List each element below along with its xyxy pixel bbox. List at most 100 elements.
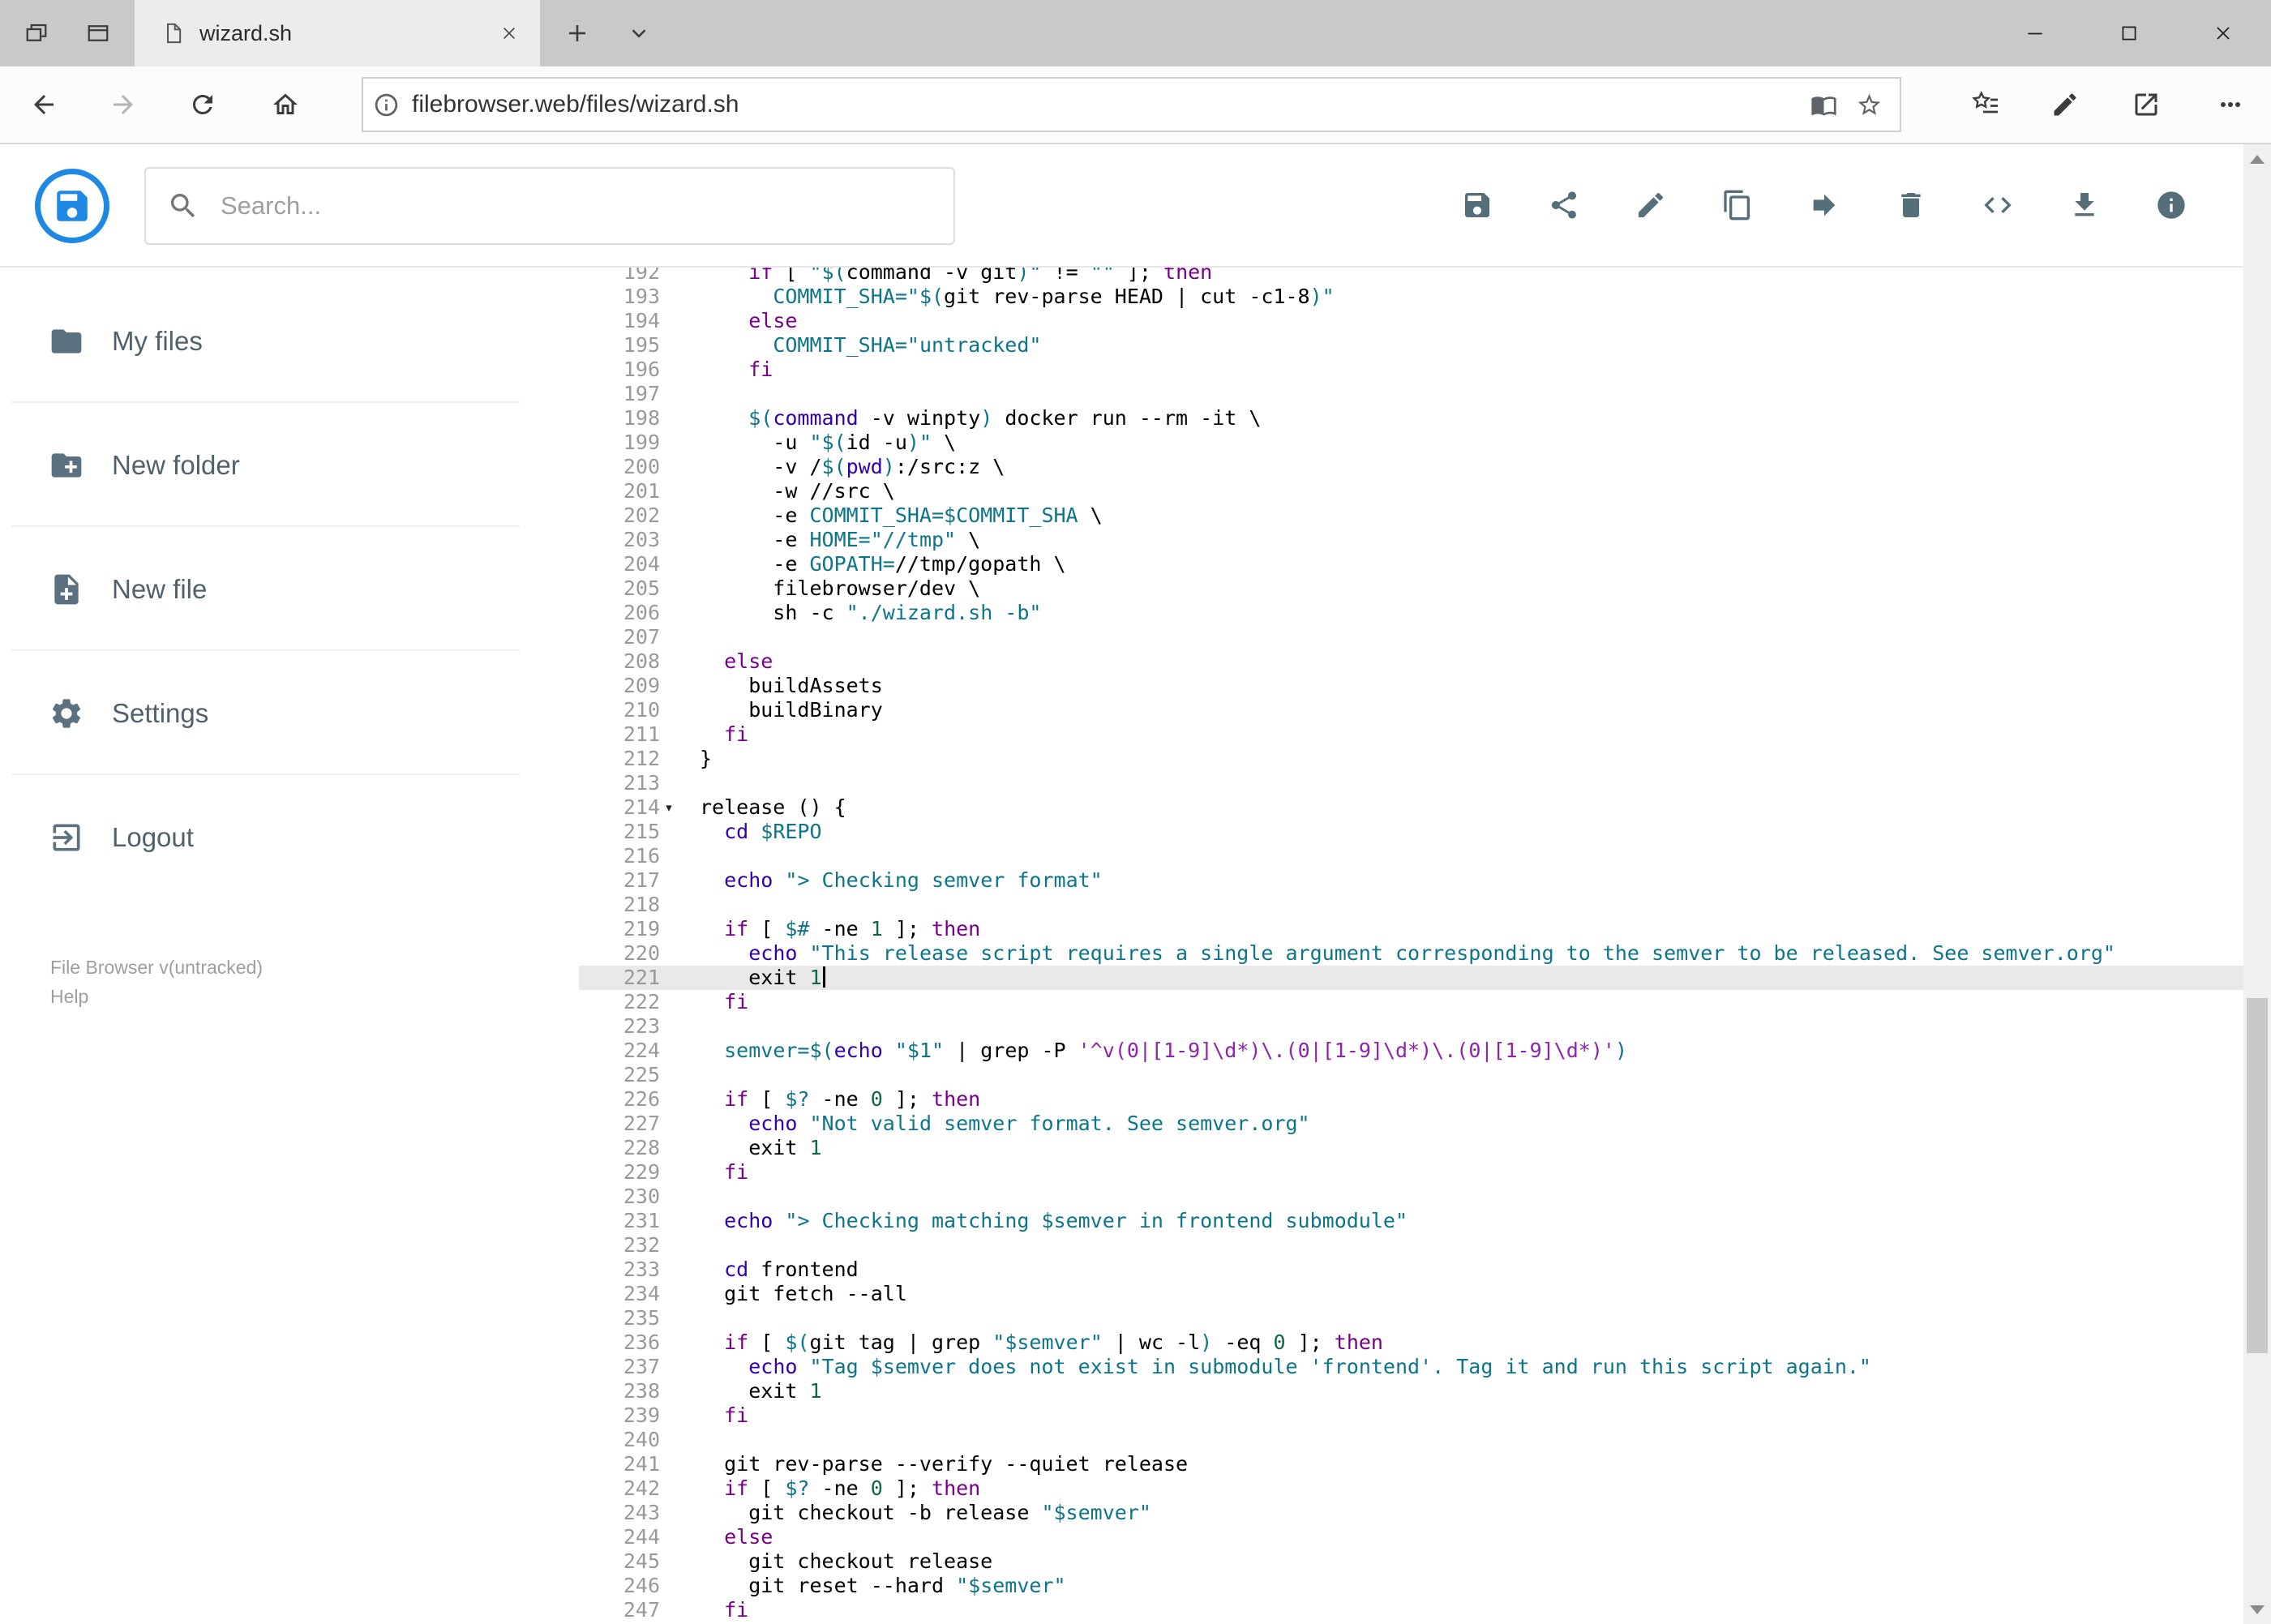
code-line[interactable]: 223 [579, 1014, 2271, 1039]
fold-marker-icon[interactable]: ▾ [660, 795, 678, 820]
info-button[interactable] [2153, 186, 2190, 224]
code-text[interactable]: git checkout release [678, 1549, 992, 1574]
favorite-star-icon[interactable] [1846, 80, 1892, 129]
code-text[interactable]: if [ $# -ne 1 ]; then [678, 917, 980, 941]
code-text[interactable]: echo "This release script requires a sin… [678, 941, 2115, 966]
minimize-button[interactable] [1999, 0, 2072, 66]
home-button[interactable] [261, 80, 310, 129]
code-text[interactable]: exit 1 [678, 1136, 821, 1160]
code-line[interactable]: 205 filebrowser/dev \ [579, 576, 2271, 601]
code-line[interactable]: 240 [579, 1428, 2271, 1452]
code-text[interactable]: -w //src \ [678, 479, 895, 503]
code-line[interactable]: 213 [579, 771, 2271, 795]
code-line[interactable]: 224 semver=$(echo "$1" | grep -P '^v(0|[… [579, 1039, 2271, 1063]
code-text[interactable]: -e COMMIT_SHA=$COMMIT_SHA \ [678, 503, 1102, 528]
code-text[interactable]: echo "Not valid semver format. See semve… [678, 1112, 1309, 1136]
code-text[interactable]: -v /$(pwd):/src:z \ [678, 455, 1005, 479]
code-line[interactable]: 228 exit 1 [579, 1136, 2271, 1160]
code-line[interactable]: 231 echo "> Checking matching $semver in… [579, 1209, 2271, 1233]
code-text[interactable] [678, 1428, 700, 1452]
code-line[interactable]: 207 [579, 625, 2271, 649]
browser-tab[interactable]: wizard.sh [135, 0, 540, 66]
tab-list-chevron-icon[interactable] [616, 11, 662, 56]
code-text[interactable]: fi [678, 990, 748, 1014]
code-text[interactable]: -e GOPATH=//tmp/gopath \ [678, 552, 1065, 576]
code-line[interactable]: 238 exit 1 [579, 1379, 2271, 1403]
code-line[interactable]: 241 git rev-parse --verify --quiet relea… [579, 1452, 2271, 1476]
code-text[interactable]: git checkout -b release "$semver" [678, 1501, 1151, 1525]
tab-close-icon[interactable] [496, 20, 522, 46]
code-text[interactable]: echo "> Checking semver format" [678, 868, 1103, 893]
code-line[interactable]: 242 if [ $? -ne 0 ]; then [579, 1476, 2271, 1501]
code-line[interactable]: 226 if [ $? -ne 0 ]; then [579, 1087, 2271, 1112]
code-line[interactable]: 244 else [579, 1525, 2271, 1549]
code-line[interactable]: 243 git checkout -b release "$semver" [579, 1501, 2271, 1525]
code-text[interactable]: fi [678, 1598, 748, 1622]
code-line[interactable]: 229 fi [579, 1160, 2271, 1185]
copy-button[interactable] [1719, 186, 1756, 224]
code-line[interactable]: 215 cd $REPO [579, 820, 2271, 844]
site-info-icon[interactable] [363, 80, 409, 129]
code-text[interactable]: exit 1 [678, 966, 825, 990]
code-text[interactable]: else [678, 1525, 773, 1549]
sidebar-item-settings[interactable]: Settings [0, 651, 579, 775]
rename-button[interactable] [1632, 186, 1669, 224]
new-tab-button[interactable] [555, 11, 600, 56]
code-line[interactable]: 200 -v /$(pwd):/src:z \ [579, 455, 2271, 479]
code-line[interactable]: 196 fi [579, 358, 2271, 382]
code-line[interactable]: 230 [579, 1185, 2271, 1209]
code-line[interactable]: 203 -e HOME="//tmp" \ [579, 528, 2271, 552]
code-text[interactable] [678, 1063, 700, 1087]
code-text[interactable]: cd frontend [678, 1258, 859, 1282]
code-text[interactable]: git reset --hard "$semver" [678, 1574, 1065, 1598]
code-text[interactable]: COMMIT_SHA="untracked" [678, 333, 1041, 358]
code-line[interactable]: 216 [579, 844, 2271, 868]
refresh-button[interactable] [178, 80, 227, 129]
download-button[interactable] [2066, 186, 2103, 224]
scroll-up-button[interactable] [2243, 144, 2271, 174]
code-text[interactable] [678, 625, 700, 649]
code-line[interactable]: 201 -w //src \ [579, 479, 2271, 503]
code-line[interactable]: 206 sh -c "./wizard.sh -b" [579, 601, 2271, 625]
code-text[interactable] [678, 1233, 700, 1258]
code-text[interactable] [678, 893, 700, 917]
hub-button[interactable] [1961, 80, 2010, 129]
sidebar-item-my-files[interactable]: My files [0, 279, 579, 403]
code-editor[interactable]: 192 if [ "$(command -v git)" != "" ]; th… [579, 268, 2271, 1624]
code-line[interactable]: 202 -e COMMIT_SHA=$COMMIT_SHA \ [579, 503, 2271, 528]
code-text[interactable]: buildAssets [678, 674, 883, 698]
code-text[interactable]: if [ $? -ne 0 ]; then [678, 1476, 980, 1501]
code-line[interactable]: 236 if [ $(git tag | grep "$semver" | wc… [579, 1330, 2271, 1355]
move-button[interactable] [1806, 186, 1843, 224]
code-text[interactable]: git fetch --all [678, 1282, 907, 1306]
code-text[interactable]: exit 1 [678, 1379, 821, 1403]
help-link[interactable]: Help [50, 982, 579, 1011]
code-line[interactable]: 237 echo "Tag $semver does not exist in … [579, 1355, 2271, 1379]
code-text[interactable]: if [ $(git tag | grep "$semver" | wc -l)… [678, 1330, 1383, 1355]
code-text[interactable] [678, 1306, 700, 1330]
code-text[interactable]: -u "$(id -u)" \ [678, 431, 956, 455]
code-line[interactable]: 192 if [ "$(command -v git)" != "" ]; th… [579, 268, 2271, 285]
code-text[interactable]: filebrowser/dev \ [678, 576, 980, 601]
code-line[interactable]: 204 -e GOPATH=//tmp/gopath \ [579, 552, 2271, 576]
code-text[interactable]: buildBinary [678, 698, 883, 722]
code-line[interactable]: 220 echo "This release script requires a… [579, 941, 2271, 966]
code-text[interactable]: else [678, 649, 773, 674]
code-text[interactable]: if [ "$(command -v git)" != "" ]; then [678, 268, 1212, 285]
code-line[interactable]: 233 cd frontend [579, 1258, 2271, 1282]
code-line[interactable]: 245 git checkout release [579, 1549, 2271, 1574]
maximize-button[interactable] [2093, 0, 2166, 66]
code-line[interactable]: 194 else [579, 309, 2271, 333]
code-text[interactable]: sh -c "./wizard.sh -b" [678, 601, 1041, 625]
code-text[interactable]: semver=$(echo "$1" | grep -P '^v(0|[1-9]… [678, 1039, 1627, 1063]
search-box[interactable] [144, 167, 955, 245]
more-button[interactable] [2206, 80, 2255, 129]
code-line[interactable]: 222 fi [579, 990, 2271, 1014]
scroll-down-button[interactable] [2243, 1595, 2271, 1624]
code-text[interactable] [678, 1185, 700, 1209]
reading-view-icon[interactable] [1801, 80, 1846, 129]
filebrowser-logo[interactable] [35, 169, 109, 243]
code-line[interactable]: 247 fi [579, 1598, 2271, 1622]
code-text[interactable]: $(command -v winpty) docker run --rm -it… [678, 406, 1261, 431]
code-line[interactable]: 235 [579, 1306, 2271, 1330]
